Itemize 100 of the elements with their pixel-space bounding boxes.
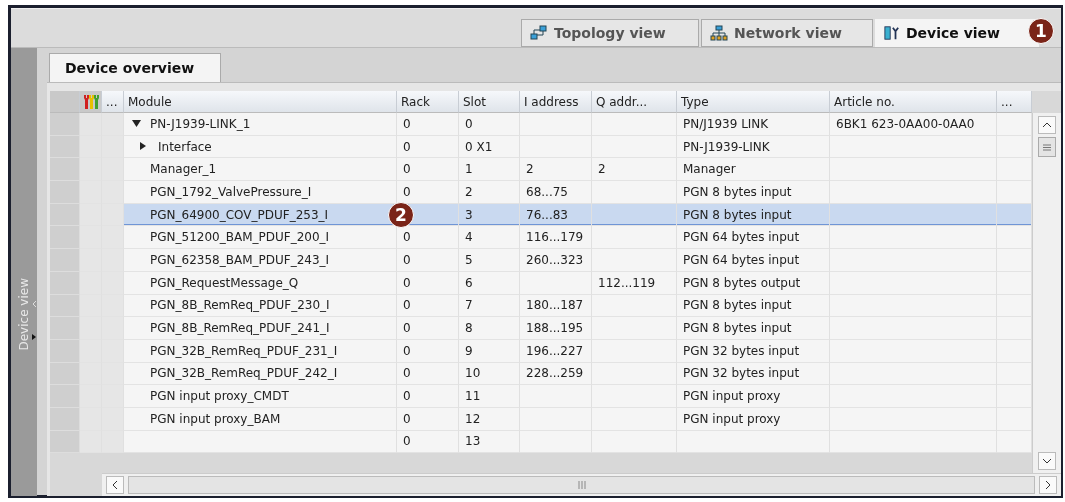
table-cell: 0	[403, 252, 411, 267]
table-row[interactable]: PGN_1792_ValvePressure_I 0 2 68...75 PGN 8 bytes input	[50, 181, 1032, 204]
row-header	[102, 113, 124, 136]
table-cell: PGN 8 bytes input	[683, 321, 792, 336]
table-cell: 12	[465, 411, 481, 426]
module-name: PGN input proxy_CMDT	[150, 389, 289, 404]
device-overview-tab[interactable]: Device overview	[49, 53, 222, 82]
table-cell: 7	[465, 298, 473, 313]
column-header[interactable]: Q addr...	[592, 91, 677, 113]
table-cell: 0	[403, 321, 411, 336]
module-name: PGN_51200_BAM_PDUF_200_I	[150, 230, 330, 245]
table-cell: 112...119	[598, 275, 656, 290]
module-name: PN-J1939-LINK_1	[150, 116, 251, 131]
column-header[interactable]: Rack	[397, 91, 459, 113]
scroll-down-button[interactable]	[1038, 452, 1056, 470]
table-row[interactable]: PGN_32B_RemReq_PDUF_242_I 0 10 228...259 PGN 32 bytes input	[50, 362, 1032, 386]
table-cell: 196...227	[526, 343, 584, 358]
table-row[interactable]: Interface 0 0 X1 PN-J1939-LINK	[50, 135, 1032, 159]
table-cell: 0	[403, 162, 411, 177]
table-cell: 260...323	[526, 252, 584, 267]
module-name: Interface	[158, 139, 212, 154]
table-cell: 0	[403, 298, 411, 313]
table-cell: PGN 64 bytes input	[683, 230, 800, 245]
table-cell: 2	[598, 162, 606, 177]
table-cell: PGN 32 bytes input	[683, 366, 800, 381]
table-row[interactable]: PGN_62358_BAM_PDUF_243_I 0 5 260...323 PGN 64 bytes input	[50, 249, 1032, 272]
table-cell: 3	[465, 207, 473, 222]
table-row[interactable]: PGN_8B_RemReq_PDUF_241_I 0 8 188...195 PGN 8 bytes input	[50, 317, 1032, 340]
table-cell: PGN 8 bytes input	[683, 207, 792, 222]
table-cell: 228...259	[526, 366, 584, 381]
table-cell: 116...179	[526, 230, 584, 245]
table-cell: 0	[403, 230, 411, 245]
table-cell: PGN input proxy	[683, 411, 781, 426]
column-header[interactable]: Article no.	[830, 91, 997, 113]
table-cell: 0	[403, 275, 411, 290]
scroll-thumb[interactable]	[1038, 137, 1056, 157]
row-header-corner	[50, 91, 80, 113]
table-cell: PN-J1939-LINK	[683, 139, 770, 154]
table-cell: 9	[465, 343, 473, 358]
grip-icon	[1043, 143, 1051, 151]
column-header[interactable]: ...	[102, 91, 124, 113]
column-header[interactable]: Module	[124, 91, 397, 113]
table-cell: Manager	[683, 162, 736, 177]
table-row[interactable]: PGN input proxy_CMDT 0 11 PGN input proxy	[50, 385, 1032, 408]
column-header[interactable]: ...	[997, 91, 1032, 113]
table-cell: PGN 8 bytes output	[683, 275, 801, 290]
column-header[interactable]: I address	[520, 91, 592, 113]
module-name: PGN input proxy_BAM	[150, 411, 281, 426]
table-cell: 0	[403, 139, 411, 154]
module-name: PGN_32B_RemReq_PDUF_231_I	[150, 343, 338, 358]
scroll-up-button[interactable]	[1038, 116, 1056, 134]
table-cell: 6	[465, 275, 473, 290]
table-row[interactable]: Manager_1 0 1 2 2 Manager	[50, 158, 1032, 182]
module-name: PGN_64900_COV_PDUF_253_I	[150, 207, 329, 222]
table-cell: 0	[403, 411, 411, 426]
table-cell: PGN input proxy	[683, 389, 781, 404]
topology-icon	[530, 25, 548, 41]
module-name: PGN_RequestMessage_Q	[150, 275, 299, 290]
table-row[interactable]: PGN_8B_RemReq_PDUF_230_I 0 7 180...187 PGN 8 bytes input	[50, 294, 1032, 318]
table-cell: PGN 8 bytes input	[683, 298, 792, 313]
table-cell: PGN 64 bytes input	[683, 252, 800, 267]
table-cell: 13	[465, 434, 481, 449]
view-tab[interactable]: Topology view	[521, 19, 699, 47]
table-row[interactable]: 0 13	[50, 430, 1032, 454]
module-name: Manager_1	[150, 162, 217, 177]
table-cell: 188...195	[526, 321, 584, 336]
scroll-left-button[interactable]	[106, 476, 124, 494]
table-cell: PN/J1939 LINK	[683, 116, 769, 131]
column-header[interactable]	[80, 91, 102, 113]
table-cell: 2	[465, 184, 473, 199]
table-cell: 0	[403, 343, 411, 358]
table-cell: 0	[403, 116, 411, 131]
table-cell: 180...187	[526, 298, 584, 313]
row-header	[50, 113, 80, 136]
table-cell: 0	[403, 389, 411, 404]
table-cell: 0	[403, 184, 411, 199]
table-row[interactable]: PGN_51200_BAM_PDUF_200_I 0 4 116...179 PGN 64 bytes input	[50, 226, 1032, 250]
wrench-icon	[82, 93, 99, 110]
expand-arrow-icon[interactable]	[31, 333, 37, 341]
scroll-thumb[interactable]	[128, 476, 1035, 494]
table-cell: 1	[465, 162, 473, 177]
table-row[interactable]: PGN_32B_RemReq_PDUF_231_I 0 9 196...227 PGN 32 bytes input	[50, 339, 1032, 363]
module-name: PGN_8B_RemReq_PDUF_230_I	[150, 298, 330, 313]
table-cell: 68...75	[526, 184, 568, 199]
table-cell: 2	[526, 162, 534, 177]
table-cell: 6BK1 623-0AA00-0AA0	[836, 116, 975, 131]
module-name: PGN_62358_BAM_PDUF_243_I	[150, 252, 330, 267]
row-header	[80, 113, 102, 136]
table-row[interactable]: PGN_RequestMessage_Q 0 6 112...119 PGN 8 bytes output	[50, 271, 1032, 295]
module-name: PGN_8B_RemReq_PDUF_241_I	[150, 321, 330, 336]
table-cell: 0 X1	[465, 139, 493, 154]
column-header[interactable]: Type	[677, 91, 830, 113]
table-row[interactable]: PGN input proxy_BAM 0 12 PGN input proxy	[50, 407, 1032, 431]
table-cell: 8	[465, 321, 473, 336]
network-icon	[710, 25, 728, 41]
table-row[interactable]: PN-J1939-LINK_1 0 0 PN/J1939 LINK 6BK1 623-0AA00-0AA0	[50, 113, 1032, 136]
column-header[interactable]: Slot	[459, 91, 520, 113]
view-tab[interactable]: Network view	[701, 19, 873, 47]
collapse-arrow-icon[interactable]	[132, 118, 144, 129]
scroll-right-button[interactable]	[1039, 476, 1057, 494]
